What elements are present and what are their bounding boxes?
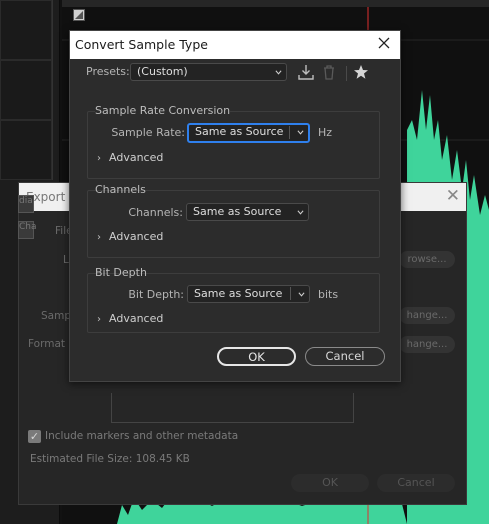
estimated-file-size: Estimated File Size: 108.45 KB bbox=[30, 453, 190, 465]
export-tab: Cha bbox=[18, 221, 37, 239]
bit-depth-label: Bit Depth: bbox=[128, 288, 184, 301]
change-sample-type-button[interactable]: hange... bbox=[399, 307, 455, 324]
channels-value: Same as Source bbox=[193, 205, 282, 218]
presets-label: Presets: bbox=[86, 65, 130, 78]
dropdown-separator bbox=[290, 287, 291, 300]
close-icon[interactable]: ✕ bbox=[446, 186, 460, 206]
format-settings-summary bbox=[111, 393, 354, 423]
delete-preset-icon[interactable] bbox=[321, 64, 337, 80]
include-metadata-checkbox[interactable]: ✓ bbox=[28, 430, 41, 443]
panel-box bbox=[0, 120, 52, 180]
bit-depth-value: Same as Source bbox=[194, 287, 283, 300]
sample-rate-advanced-toggle[interactable]: › Advanced bbox=[97, 151, 163, 164]
chevron-right-icon: › bbox=[97, 232, 101, 243]
ok-button[interactable]: OK bbox=[217, 347, 296, 366]
convert-sample-type-dialog: Convert Sample Type Presets: (Custom) Sa… bbox=[69, 30, 401, 382]
presets-value: (Custom) bbox=[137, 65, 188, 78]
format-settings-label: Format S bbox=[28, 338, 76, 350]
presets-dropdown[interactable]: (Custom) bbox=[130, 63, 287, 81]
chevron-down-icon bbox=[298, 292, 305, 297]
advanced-label: Advanced bbox=[109, 151, 164, 164]
bit-depth-dropdown[interactable]: Same as Source bbox=[187, 285, 310, 303]
export-tab: dia bbox=[18, 195, 34, 213]
chevron-down-icon bbox=[275, 70, 282, 75]
panel-box bbox=[0, 0, 52, 60]
favorite-star-icon[interactable] bbox=[353, 64, 369, 80]
chevron-down-icon bbox=[297, 210, 304, 215]
save-preset-icon[interactable] bbox=[298, 64, 314, 80]
chevron-right-icon: › bbox=[97, 153, 101, 164]
group-title-bit-depth: Bit Depth bbox=[95, 266, 147, 279]
change-format-settings-button[interactable]: hange... bbox=[399, 336, 455, 353]
zoom-toggle-icon[interactable] bbox=[73, 9, 85, 21]
bit-depth-advanced-toggle[interactable]: › Advanced bbox=[97, 312, 163, 325]
advanced-label: Advanced bbox=[109, 312, 164, 325]
dialog-title: Convert Sample Type bbox=[75, 37, 208, 52]
browse-button[interactable]: rowse... bbox=[399, 251, 455, 268]
cancel-button[interactable]: Cancel bbox=[305, 347, 385, 366]
dropdown-separator bbox=[289, 126, 290, 139]
group-title-channels: Channels bbox=[95, 183, 146, 196]
close-icon[interactable] bbox=[376, 35, 392, 51]
sample-rate-value: Same as Source bbox=[195, 125, 284, 138]
sample-rate-label: Sample Rate: bbox=[111, 126, 185, 139]
timeline-ruler[interactable] bbox=[62, 0, 489, 7]
tab-label: dia bbox=[19, 196, 33, 206]
tab-label: Cha bbox=[19, 222, 37, 232]
include-metadata-label: Include markers and other metadata bbox=[45, 430, 239, 442]
bit-depth-unit: bits bbox=[318, 288, 339, 301]
chevron-right-icon: › bbox=[97, 314, 101, 325]
panel-divider bbox=[52, 0, 53, 180]
channels-dropdown[interactable]: Same as Source bbox=[186, 203, 309, 221]
channels-group bbox=[87, 190, 380, 258]
group-title-sample-rate-conversion: Sample Rate Conversion bbox=[95, 104, 231, 117]
export-ok-button[interactable]: OK bbox=[291, 474, 369, 492]
panel-box bbox=[0, 60, 52, 120]
sample-rate-dropdown[interactable]: Same as Source bbox=[187, 123, 310, 143]
dialog-titlebar: Convert Sample Type bbox=[70, 31, 400, 59]
channels-advanced-toggle[interactable]: › Advanced bbox=[97, 230, 163, 243]
toolbar-divider bbox=[346, 66, 347, 81]
sample-rate-conversion-group bbox=[87, 111, 380, 179]
export-cancel-button[interactable]: Cancel bbox=[377, 474, 455, 492]
sample-rate-unit: Hz bbox=[318, 126, 333, 139]
advanced-label: Advanced bbox=[109, 230, 164, 243]
channels-label: Channels: bbox=[128, 206, 183, 219]
chevron-down-icon bbox=[297, 130, 304, 135]
